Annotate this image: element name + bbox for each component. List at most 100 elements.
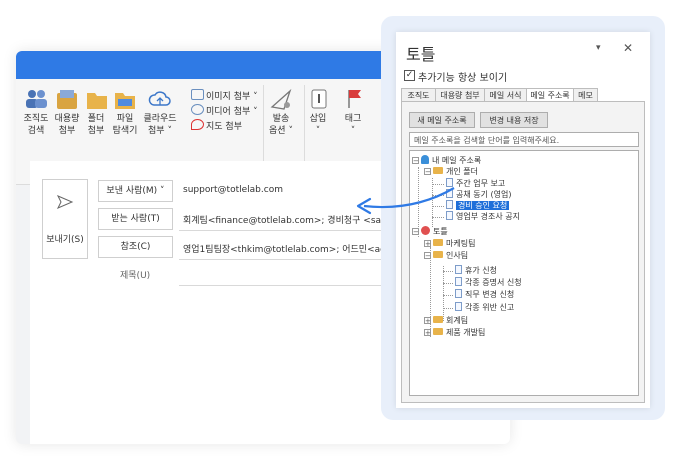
insert-label: 삽입 ˅	[309, 114, 327, 136]
tree-connector	[443, 308, 453, 309]
large-attach-icon	[54, 87, 80, 111]
tab-memo[interactable]: 메모	[573, 88, 598, 102]
collapse-icon: −	[412, 157, 419, 165]
org-chart-search-button[interactable]: 조직도 검색	[22, 87, 50, 137]
media-attach-label: 미디어 첨부 ˅	[206, 107, 258, 117]
folder-icon	[433, 239, 443, 246]
tree-node-label: 각종 증명서 신청	[465, 278, 522, 287]
tree-node-label: 경비 승인 요청	[456, 201, 510, 210]
tree-node-root[interactable]: − 내 메일 주소록	[412, 155, 481, 166]
tree-node-group[interactable]: + 회계팀	[424, 315, 468, 326]
tree-connector	[443, 283, 453, 284]
address-list-icon	[455, 302, 462, 311]
folder-icon	[433, 167, 443, 174]
panel-menu-icon[interactable]: ▾	[596, 43, 601, 53]
tree-node-label: 토틀	[433, 227, 448, 236]
from-button[interactable]: 보낸 사람(M) ˅	[98, 180, 173, 202]
tree-node-group[interactable]: + 마케팅팀	[424, 238, 475, 249]
person-icon	[421, 155, 429, 164]
always-show-checkbox[interactable]: ✓	[404, 70, 415, 81]
image-attach-button[interactable]: 이미지 첨부 ˅	[191, 89, 258, 102]
ribbon-separator	[304, 85, 305, 163]
tree-node-label: 영업부 경조사 공지	[456, 212, 520, 221]
close-icon[interactable]: ✕	[623, 41, 633, 55]
folder-icon	[433, 251, 443, 258]
cloud-attach-label: 클라우드 첨부 ˅	[143, 114, 177, 136]
file-explorer-button[interactable]: 파일 탐색기	[110, 87, 140, 137]
send-option-label: 발송 옵션 ˅	[269, 114, 293, 136]
media-icon	[191, 104, 204, 115]
map-attach-label: 지도 첨부	[206, 122, 242, 132]
always-show-label: 추가기능 항상 보이기	[418, 73, 508, 84]
collapse-icon: −	[424, 168, 431, 176]
address-list-icon	[455, 265, 462, 274]
map-pin-icon	[191, 119, 204, 130]
send-label: 보내기(S)	[46, 235, 84, 245]
tree-node-group[interactable]: − 인사팀	[424, 250, 468, 261]
org-chart-label: 조직도 검색	[23, 114, 49, 136]
tree-node-group[interactable]: + 제품 개발팀	[424, 327, 485, 338]
collapse-icon: −	[412, 228, 419, 236]
tree-node-label: 인사팀	[446, 251, 469, 260]
tree-connector	[443, 295, 453, 296]
panel-title: 토틀	[406, 45, 436, 64]
tree-node-item[interactable]: 각종 위반 신고	[455, 302, 514, 313]
tag-button[interactable]: 태그 ˅	[341, 87, 365, 137]
collapse-icon: −	[424, 252, 431, 260]
tree-node-label: 공채 동기 (영업)	[456, 190, 512, 199]
tree-node-label: 휴가 신청	[465, 266, 497, 275]
tree-connector	[443, 266, 444, 321]
address-list-icon	[455, 277, 462, 286]
send-icon	[56, 194, 74, 213]
tree-node-label: 회계팀	[446, 316, 469, 325]
send-button[interactable]: 보내기(S)	[42, 179, 88, 259]
address-book-search-input[interactable]: 메일 주소록을 검색할 단어를 입력해주세요.	[409, 132, 639, 147]
subject-label: 제목(U)	[120, 271, 151, 281]
send-option-button[interactable]: 발송 옵션 ˅	[266, 87, 296, 137]
tree-node-label: 마케팅팀	[446, 239, 476, 248]
pointer-arrow	[356, 187, 455, 215]
media-attach-button[interactable]: 미디어 첨부 ˅	[191, 104, 258, 117]
expand-icon: +	[424, 240, 431, 248]
tab-org-chart[interactable]: 조직도	[401, 88, 436, 102]
expand-icon: +	[424, 329, 431, 337]
map-attach-button[interactable]: 지도 첨부	[191, 119, 242, 132]
cloud-icon	[147, 87, 173, 111]
large-attach-button[interactable]: 대용량 첨부	[52, 87, 82, 137]
tree-node-item[interactable]: 각종 증명서 신청	[455, 277, 522, 288]
tag-label: 태그 ˅	[344, 114, 362, 136]
org-icon	[421, 226, 430, 235]
tree-node-label: 각종 위반 신고	[465, 303, 515, 312]
file-explorer-label: 파일 탐색기	[112, 114, 138, 136]
ribbon-separator	[263, 85, 264, 163]
expand-icon: +	[424, 317, 431, 325]
large-attach-label: 대용량 첨부	[54, 114, 80, 136]
tree-node-item[interactable]: 휴가 신청	[455, 265, 497, 276]
tab-large-attach[interactable]: 대용량 첨부	[435, 88, 485, 102]
org-chart-icon	[23, 87, 49, 111]
insert-button[interactable]: 삽입 ˅	[306, 87, 330, 137]
tree-node-label: 직무 변경 신청	[465, 290, 515, 299]
folder-icon	[433, 328, 443, 335]
cloud-attach-button[interactable]: 클라우드 첨부 ˅	[142, 87, 178, 137]
tree-node-personal-folder[interactable]: − 개인 폴더	[424, 166, 478, 177]
from-value: support@totlelab.com	[183, 185, 283, 195]
folder-attach-icon	[84, 87, 110, 111]
new-address-book-button[interactable]: 새 메일 주소록	[409, 112, 475, 128]
file-explorer-icon	[112, 87, 138, 111]
folder-attach-label: 폴더 첨부	[87, 114, 105, 136]
send-option-icon	[268, 87, 294, 111]
to-button[interactable]: 받는 사람(T)	[98, 208, 173, 230]
save-changes-button[interactable]: 변경 내용 저장	[480, 112, 548, 128]
cc-button[interactable]: 참조(C)	[98, 236, 173, 258]
cc-field[interactable]: 영업1팀팀장<thkim@totlelab.com>; 어드민<admin@	[183, 242, 412, 255]
folder-attach-button[interactable]: 폴더 첨부	[84, 87, 108, 137]
address-list-icon	[455, 289, 462, 298]
folder-icon	[433, 316, 443, 323]
tree-node-label: 제품 개발팀	[446, 328, 486, 337]
tree-node-item[interactable]: 직무 변경 신청	[455, 289, 514, 300]
tab-mail-template[interactable]: 메일 서식	[484, 88, 527, 102]
tree-node-group-root[interactable]: − 토틀	[412, 226, 448, 237]
tree-node-label: 주간 업무 보고	[456, 179, 506, 188]
tab-mail-address-book[interactable]: 메일 주소록	[526, 88, 574, 102]
